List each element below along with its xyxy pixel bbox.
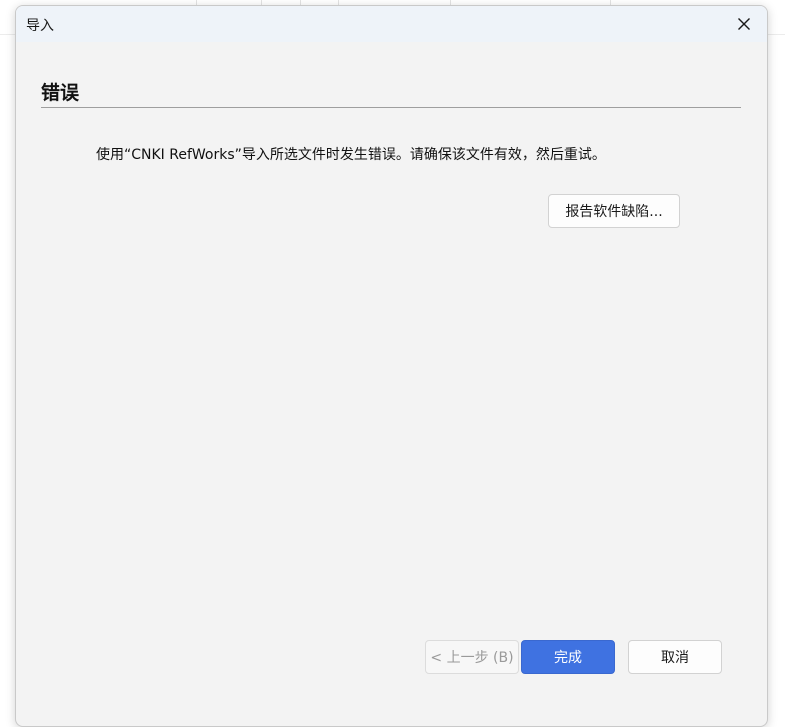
- close-icon: [738, 18, 750, 30]
- finish-button[interactable]: 完成: [521, 640, 615, 674]
- close-button[interactable]: [727, 10, 761, 38]
- import-dialog: 导入 错误 使用“CNKI RefWorks”导入所选文件时发生错误。请确保该文…: [15, 5, 768, 727]
- error-message: 使用“CNKI RefWorks”导入所选文件时发生错误。请确保该文件有效，然后…: [96, 147, 606, 163]
- dialog-titlebar: 导入: [16, 6, 767, 42]
- heading-divider: [41, 107, 741, 108]
- cancel-button[interactable]: 取消: [628, 640, 722, 674]
- report-bug-button[interactable]: 报告软件缺陷...: [548, 194, 680, 228]
- back-button[interactable]: < 上一步 (B): [425, 640, 519, 674]
- dialog-title: 导入: [26, 18, 54, 34]
- error-heading: 错误: [41, 82, 80, 104]
